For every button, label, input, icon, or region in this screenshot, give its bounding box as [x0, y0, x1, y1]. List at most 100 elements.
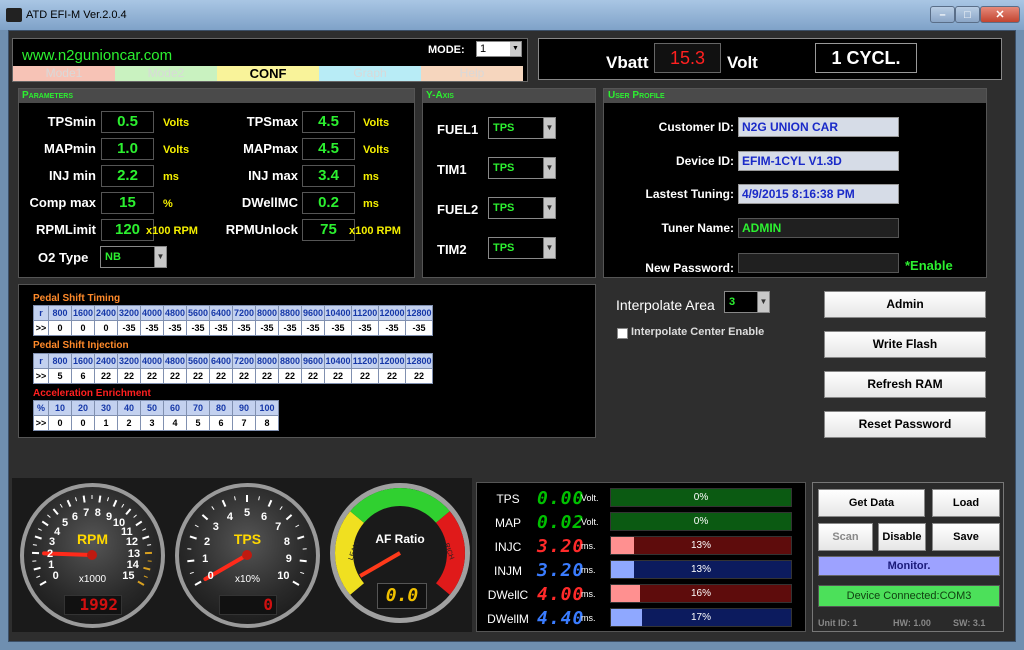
table-header-row: r 800 1600 2400 3200 4000 4800 5600 6400 7200 8000…	[33, 305, 433, 321]
table-cell[interactable]: 22	[351, 368, 379, 384]
param-value-input[interactable]: 15	[101, 192, 154, 214]
table-cell[interactable]: 0	[71, 320, 95, 336]
table-cell[interactable]: 6	[209, 415, 233, 431]
table-cell[interactable]: 7	[232, 415, 256, 431]
close-button[interactable]: ✕	[980, 6, 1020, 23]
minimize-button[interactable]: –	[930, 6, 955, 23]
tab-conf[interactable]: CONF	[217, 66, 319, 81]
param-label: INJ max	[248, 168, 298, 183]
tuner-name-field[interactable]: ADMIN	[738, 218, 899, 238]
table-cell[interactable]: 8	[255, 415, 279, 431]
param-value-input[interactable]: 3.4	[302, 165, 355, 187]
param-value-input[interactable]: 2.2	[101, 165, 154, 187]
customer-id-field[interactable]: N2G UNION CAR	[738, 117, 899, 137]
chevron-down-icon: ▼	[543, 158, 555, 178]
table-cell[interactable]: -35	[351, 320, 379, 336]
write-flash-button[interactable]: Write Flash	[824, 331, 986, 358]
table-cell[interactable]: -35	[278, 320, 302, 336]
header-cell: 40	[117, 400, 141, 416]
save-button[interactable]: Save	[932, 523, 1000, 551]
table-cell[interactable]: 0	[48, 415, 72, 431]
table-cell[interactable]: 0	[94, 320, 118, 336]
website-text[interactable]: www.n2gunioncar.com	[22, 47, 172, 64]
reset-password-button[interactable]: Reset Password	[824, 411, 986, 438]
last-tuning-field[interactable]: 4/9/2015 8:16:38 PM	[738, 184, 899, 204]
table-cell[interactable]: -35	[140, 320, 164, 336]
table-cell[interactable]: -35	[255, 320, 279, 336]
table-cell[interactable]: 3	[140, 415, 164, 431]
tab-graph[interactable]: Graph	[319, 66, 421, 81]
table-cell[interactable]: 22	[186, 368, 210, 384]
device-id-field[interactable]: EFIM-1CYL V1.3D	[738, 151, 899, 171]
table-cell[interactable]: -35	[209, 320, 233, 336]
gauge-tick-label: 1	[48, 559, 55, 572]
scan-button[interactable]: Scan	[818, 523, 873, 551]
param-value-input[interactable]: 0.5	[101, 111, 154, 133]
o2-type-select[interactable]: NB ▼	[100, 246, 167, 268]
interpolate-area-select[interactable]: 3 ▼	[724, 291, 770, 313]
table-cell[interactable]: 22	[232, 368, 256, 384]
table-cell[interactable]: -35	[301, 320, 325, 336]
param-value-input[interactable]: 4.5	[302, 111, 355, 133]
maximize-button[interactable]: □	[955, 6, 980, 23]
yaxis-select[interactable]: TPS ▼	[488, 197, 556, 219]
admin-button[interactable]: Admin	[824, 291, 986, 318]
param-value-input[interactable]: 4.5	[302, 138, 355, 160]
param-value-input[interactable]: 0.2	[302, 192, 355, 214]
table-cell[interactable]: 22	[140, 368, 164, 384]
injection-table[interactable]: r 800 1600 2400 3200 4000 4800 5600 6400 7200 8000…	[33, 353, 433, 384]
refresh-ram-button[interactable]: Refresh RAM	[824, 371, 986, 398]
interpolate-center-checkbox[interactable]	[617, 328, 628, 339]
monitor-percent: 13%	[690, 564, 711, 575]
table-cell[interactable]: 22	[324, 368, 352, 384]
table-cell[interactable]: 22	[378, 368, 406, 384]
table-cell[interactable]: 22	[405, 368, 433, 384]
table-cell[interactable]: 2	[117, 415, 141, 431]
yaxis-select[interactable]: TPS ▼	[488, 157, 556, 179]
new-password-field[interactable]	[738, 253, 899, 273]
timing-table[interactable]: r 800 1600 2400 3200 4000 4800 5600 6400 7200 8000…	[33, 305, 433, 336]
disable-button[interactable]: Disable	[878, 523, 926, 551]
table-cell[interactable]: 22	[301, 368, 325, 384]
table-cell[interactable]: -35	[378, 320, 406, 336]
gauge-tick	[74, 497, 78, 502]
get-data-button[interactable]: Get Data	[818, 489, 925, 517]
table-cell[interactable]: 22	[94, 368, 118, 384]
table-cell[interactable]: -35	[324, 320, 352, 336]
gauge-digital-readout: 0	[219, 595, 277, 615]
table-cell[interactable]: 5	[48, 368, 72, 384]
gauge-tick-label: 6	[71, 510, 78, 523]
table-cell[interactable]: 22	[117, 368, 141, 384]
param-value-input[interactable]: 75	[302, 219, 355, 241]
yaxis-select[interactable]: TPS ▼	[488, 237, 556, 259]
table-cell[interactable]: 22	[209, 368, 233, 384]
table-cell[interactable]: -35	[117, 320, 141, 336]
param-value-input[interactable]: 1.0	[101, 138, 154, 160]
table-cell[interactable]: 22	[163, 368, 187, 384]
table-cell[interactable]: 0	[48, 320, 72, 336]
header-cell: 5600	[186, 305, 210, 321]
accel-table[interactable]: % 10 20 30 40 50 60 70 80 90 100 >> 0 0 1 2 3 4 5 6 7 8	[33, 400, 279, 431]
table-cell[interactable]: 5	[186, 415, 210, 431]
table-cell[interactable]: 6	[71, 368, 95, 384]
table-cell[interactable]: -35	[186, 320, 210, 336]
table-cell[interactable]: 22	[278, 368, 302, 384]
enable-label[interactable]: *Enable	[905, 258, 953, 273]
table-cell[interactable]: 0	[71, 415, 95, 431]
table-cell[interactable]: 4	[163, 415, 187, 431]
table-cell[interactable]: 1	[94, 415, 118, 431]
table-cell[interactable]: -35	[163, 320, 187, 336]
header-cell: 7200	[232, 305, 256, 321]
tab-mode1[interactable]: Mode1	[13, 66, 115, 81]
yaxis-select[interactable]: TPS ▼	[488, 117, 556, 139]
table-row: >> 0 0 1 2 3 4 5 6 7 8	[33, 415, 279, 431]
table-cell[interactable]: -35	[232, 320, 256, 336]
table-cell[interactable]: -35	[405, 320, 433, 336]
load-button[interactable]: Load	[932, 489, 1000, 517]
monitor-button[interactable]: Monitor.	[818, 556, 1000, 576]
app-icon	[6, 8, 22, 22]
mode-select[interactable]: 1 ▼	[476, 41, 522, 57]
tab-mode2[interactable]: Mode2	[115, 66, 217, 81]
tab-help[interactable]: Help	[421, 66, 523, 81]
table-cell[interactable]: 22	[255, 368, 279, 384]
